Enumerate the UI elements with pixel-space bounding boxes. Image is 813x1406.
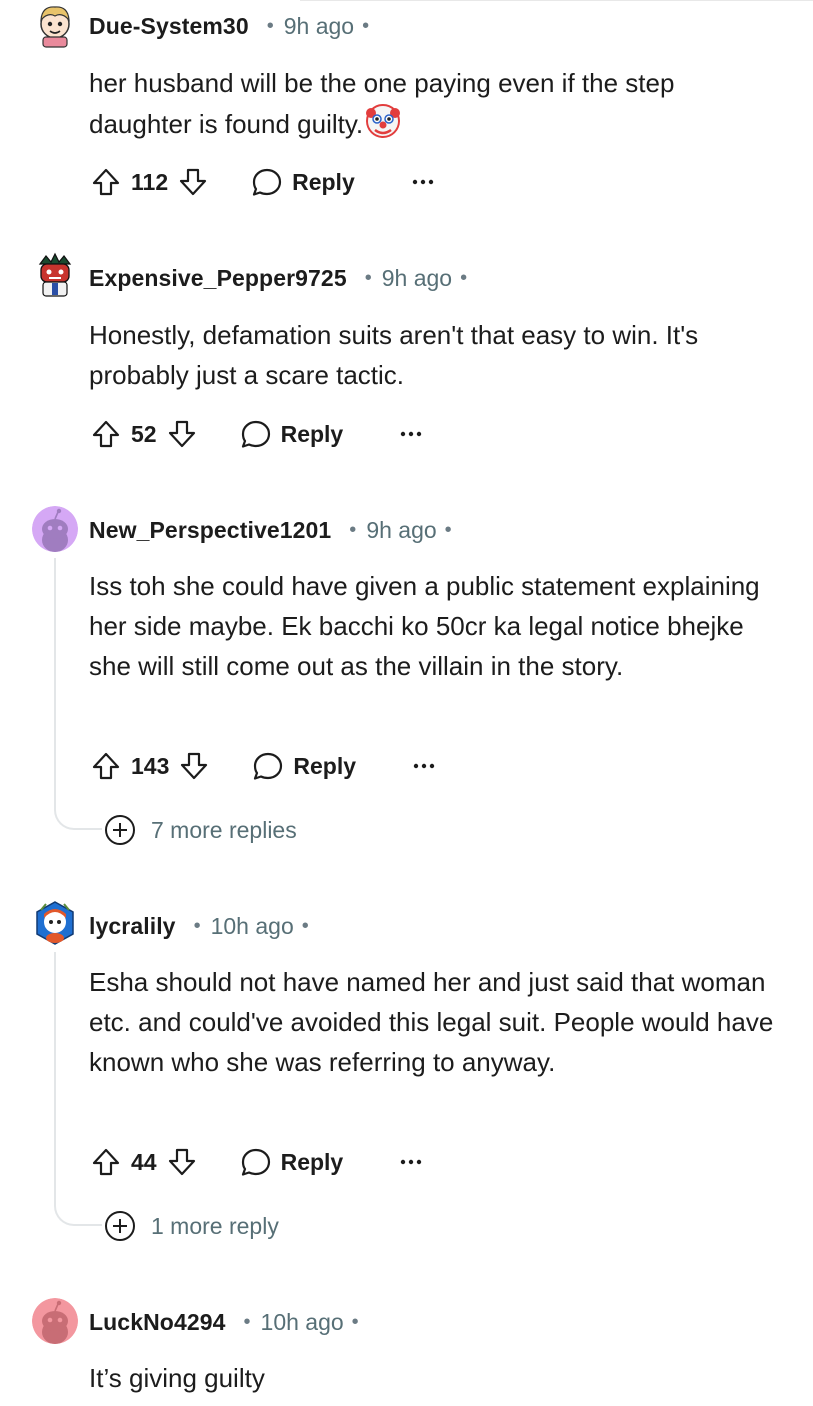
avatar-image bbox=[38, 252, 72, 297]
thread-curve bbox=[54, 806, 102, 830]
upvote-icon[interactable] bbox=[89, 417, 123, 451]
more-options-button[interactable] bbox=[399, 1157, 423, 1167]
separator-dot: • bbox=[266, 14, 274, 37]
reply-label: Reply bbox=[293, 752, 357, 779]
downvote-icon[interactable] bbox=[177, 749, 211, 783]
comment-header: Expensive_Pepper9725 • 9h ago • bbox=[89, 263, 467, 293]
reply-button[interactable]: Reply bbox=[239, 417, 344, 451]
username[interactable]: New_Perspective1201 bbox=[89, 517, 331, 544]
avatar-image bbox=[32, 1298, 78, 1344]
separator-dot: • bbox=[444, 518, 452, 541]
separator-dot: • bbox=[349, 518, 357, 541]
comment-body: It’s giving guilty bbox=[89, 1358, 789, 1398]
comment-body: Iss toh she could have given a public st… bbox=[89, 566, 789, 686]
reply-button[interactable]: Reply bbox=[251, 749, 356, 783]
avatar-image bbox=[40, 6, 70, 48]
top-divider bbox=[300, 0, 813, 1]
upvote-icon[interactable] bbox=[89, 1145, 123, 1179]
thread-line bbox=[54, 558, 56, 806]
comment-text: Esha should not have named her and just … bbox=[89, 967, 774, 1077]
separator-dot: • bbox=[460, 266, 468, 289]
separator-dot: • bbox=[193, 914, 201, 937]
speech-bubble-icon bbox=[241, 420, 270, 448]
vote-control: 112 bbox=[89, 165, 210, 199]
downvote-icon[interactable] bbox=[176, 165, 210, 199]
timestamp[interactable]: 9h ago bbox=[366, 517, 436, 544]
vote-control: 44 bbox=[89, 1145, 199, 1179]
reply-label: Reply bbox=[292, 168, 355, 195]
vote-score: 52 bbox=[131, 420, 157, 447]
plus-circle-icon bbox=[105, 815, 135, 845]
upvote-icon[interactable] bbox=[89, 749, 123, 783]
thread-line bbox=[54, 952, 56, 1202]
avatar[interactable] bbox=[32, 506, 78, 552]
comment-actions: 52 Reply bbox=[89, 414, 423, 454]
username[interactable]: lycralily bbox=[89, 913, 176, 940]
separator-dot: • bbox=[351, 1310, 359, 1333]
timestamp[interactable]: 9h ago bbox=[284, 13, 354, 40]
vote-score: 112 bbox=[131, 168, 169, 195]
speech-bubble-icon bbox=[241, 1148, 270, 1176]
comment-actions: 112 Reply bbox=[89, 162, 435, 202]
separator-dot: • bbox=[362, 14, 370, 37]
reply-label: Reply bbox=[280, 420, 344, 447]
more-options-button[interactable] bbox=[412, 761, 436, 771]
comment-header: Due-System30 • 9h ago • bbox=[89, 11, 369, 41]
timestamp[interactable]: 10h ago bbox=[211, 913, 294, 940]
comment-text: Honestly, defamation suits aren't that e… bbox=[89, 320, 699, 390]
more-replies-label: 1 more reply bbox=[151, 1212, 279, 1239]
comment-text: Iss toh she could have given a public st… bbox=[89, 571, 760, 681]
comment-body: her husband will be the one paying even … bbox=[89, 63, 769, 144]
comment-actions: 143 Reply bbox=[89, 746, 436, 786]
separator-dot: • bbox=[301, 914, 309, 937]
vote-score: 44 bbox=[131, 1148, 157, 1175]
speech-bubble-icon bbox=[253, 168, 282, 196]
avatar-image bbox=[36, 901, 74, 945]
downvote-icon[interactable] bbox=[165, 417, 199, 451]
comment-header: lycralily • 10h ago • bbox=[89, 911, 309, 941]
avatar[interactable] bbox=[32, 2, 78, 48]
comment-header: New_Perspective1201 • 9h ago • bbox=[89, 515, 452, 545]
separator-dot: • bbox=[243, 1310, 251, 1333]
more-replies-label: 7 more replies bbox=[151, 816, 297, 843]
vote-score: 143 bbox=[131, 752, 170, 779]
reply-button[interactable]: Reply bbox=[239, 1145, 344, 1179]
upvote-icon[interactable] bbox=[89, 165, 123, 199]
more-replies-button[interactable]: 7 more replies bbox=[104, 813, 297, 847]
comment-body: Esha should not have named her and just … bbox=[89, 962, 789, 1082]
vote-control: 52 bbox=[89, 417, 199, 451]
comment-body: Honestly, defamation suits aren't that e… bbox=[89, 315, 789, 395]
ellipsis-icon bbox=[412, 179, 433, 185]
more-options-button[interactable] bbox=[399, 429, 423, 439]
avatar-image bbox=[32, 506, 78, 552]
timestamp[interactable]: 10h ago bbox=[261, 1309, 344, 1336]
plus-circle-icon bbox=[105, 1211, 135, 1241]
vote-control: 143 bbox=[89, 749, 211, 783]
username[interactable]: LuckNo4294 bbox=[89, 1309, 226, 1336]
avatar[interactable] bbox=[32, 1298, 78, 1344]
comment-actions: 44 Reply bbox=[89, 1142, 423, 1182]
more-options-button[interactable] bbox=[411, 177, 435, 187]
username[interactable]: Due-System30 bbox=[89, 13, 249, 40]
timestamp[interactable]: 9h ago bbox=[382, 265, 452, 292]
avatar[interactable] bbox=[32, 252, 78, 298]
thread-curve bbox=[54, 1202, 102, 1226]
avatar[interactable] bbox=[32, 900, 78, 946]
ellipsis-icon bbox=[401, 1159, 422, 1165]
reply-label: Reply bbox=[280, 1148, 344, 1175]
downvote-icon[interactable] bbox=[165, 1145, 199, 1179]
comment-text: It’s giving guilty bbox=[89, 1363, 265, 1393]
speech-bubble-icon bbox=[254, 752, 283, 780]
username[interactable]: Expensive_Pepper9725 bbox=[89, 265, 347, 292]
reply-button[interactable]: Reply bbox=[250, 165, 355, 199]
comment-header: LuckNo4294 • 10h ago • bbox=[89, 1307, 359, 1337]
more-replies-button[interactable]: 1 more reply bbox=[104, 1209, 279, 1243]
separator-dot: • bbox=[364, 266, 372, 289]
clown-face-emoji bbox=[366, 104, 401, 138]
ellipsis-icon bbox=[401, 431, 422, 437]
ellipsis-icon bbox=[413, 763, 435, 769]
